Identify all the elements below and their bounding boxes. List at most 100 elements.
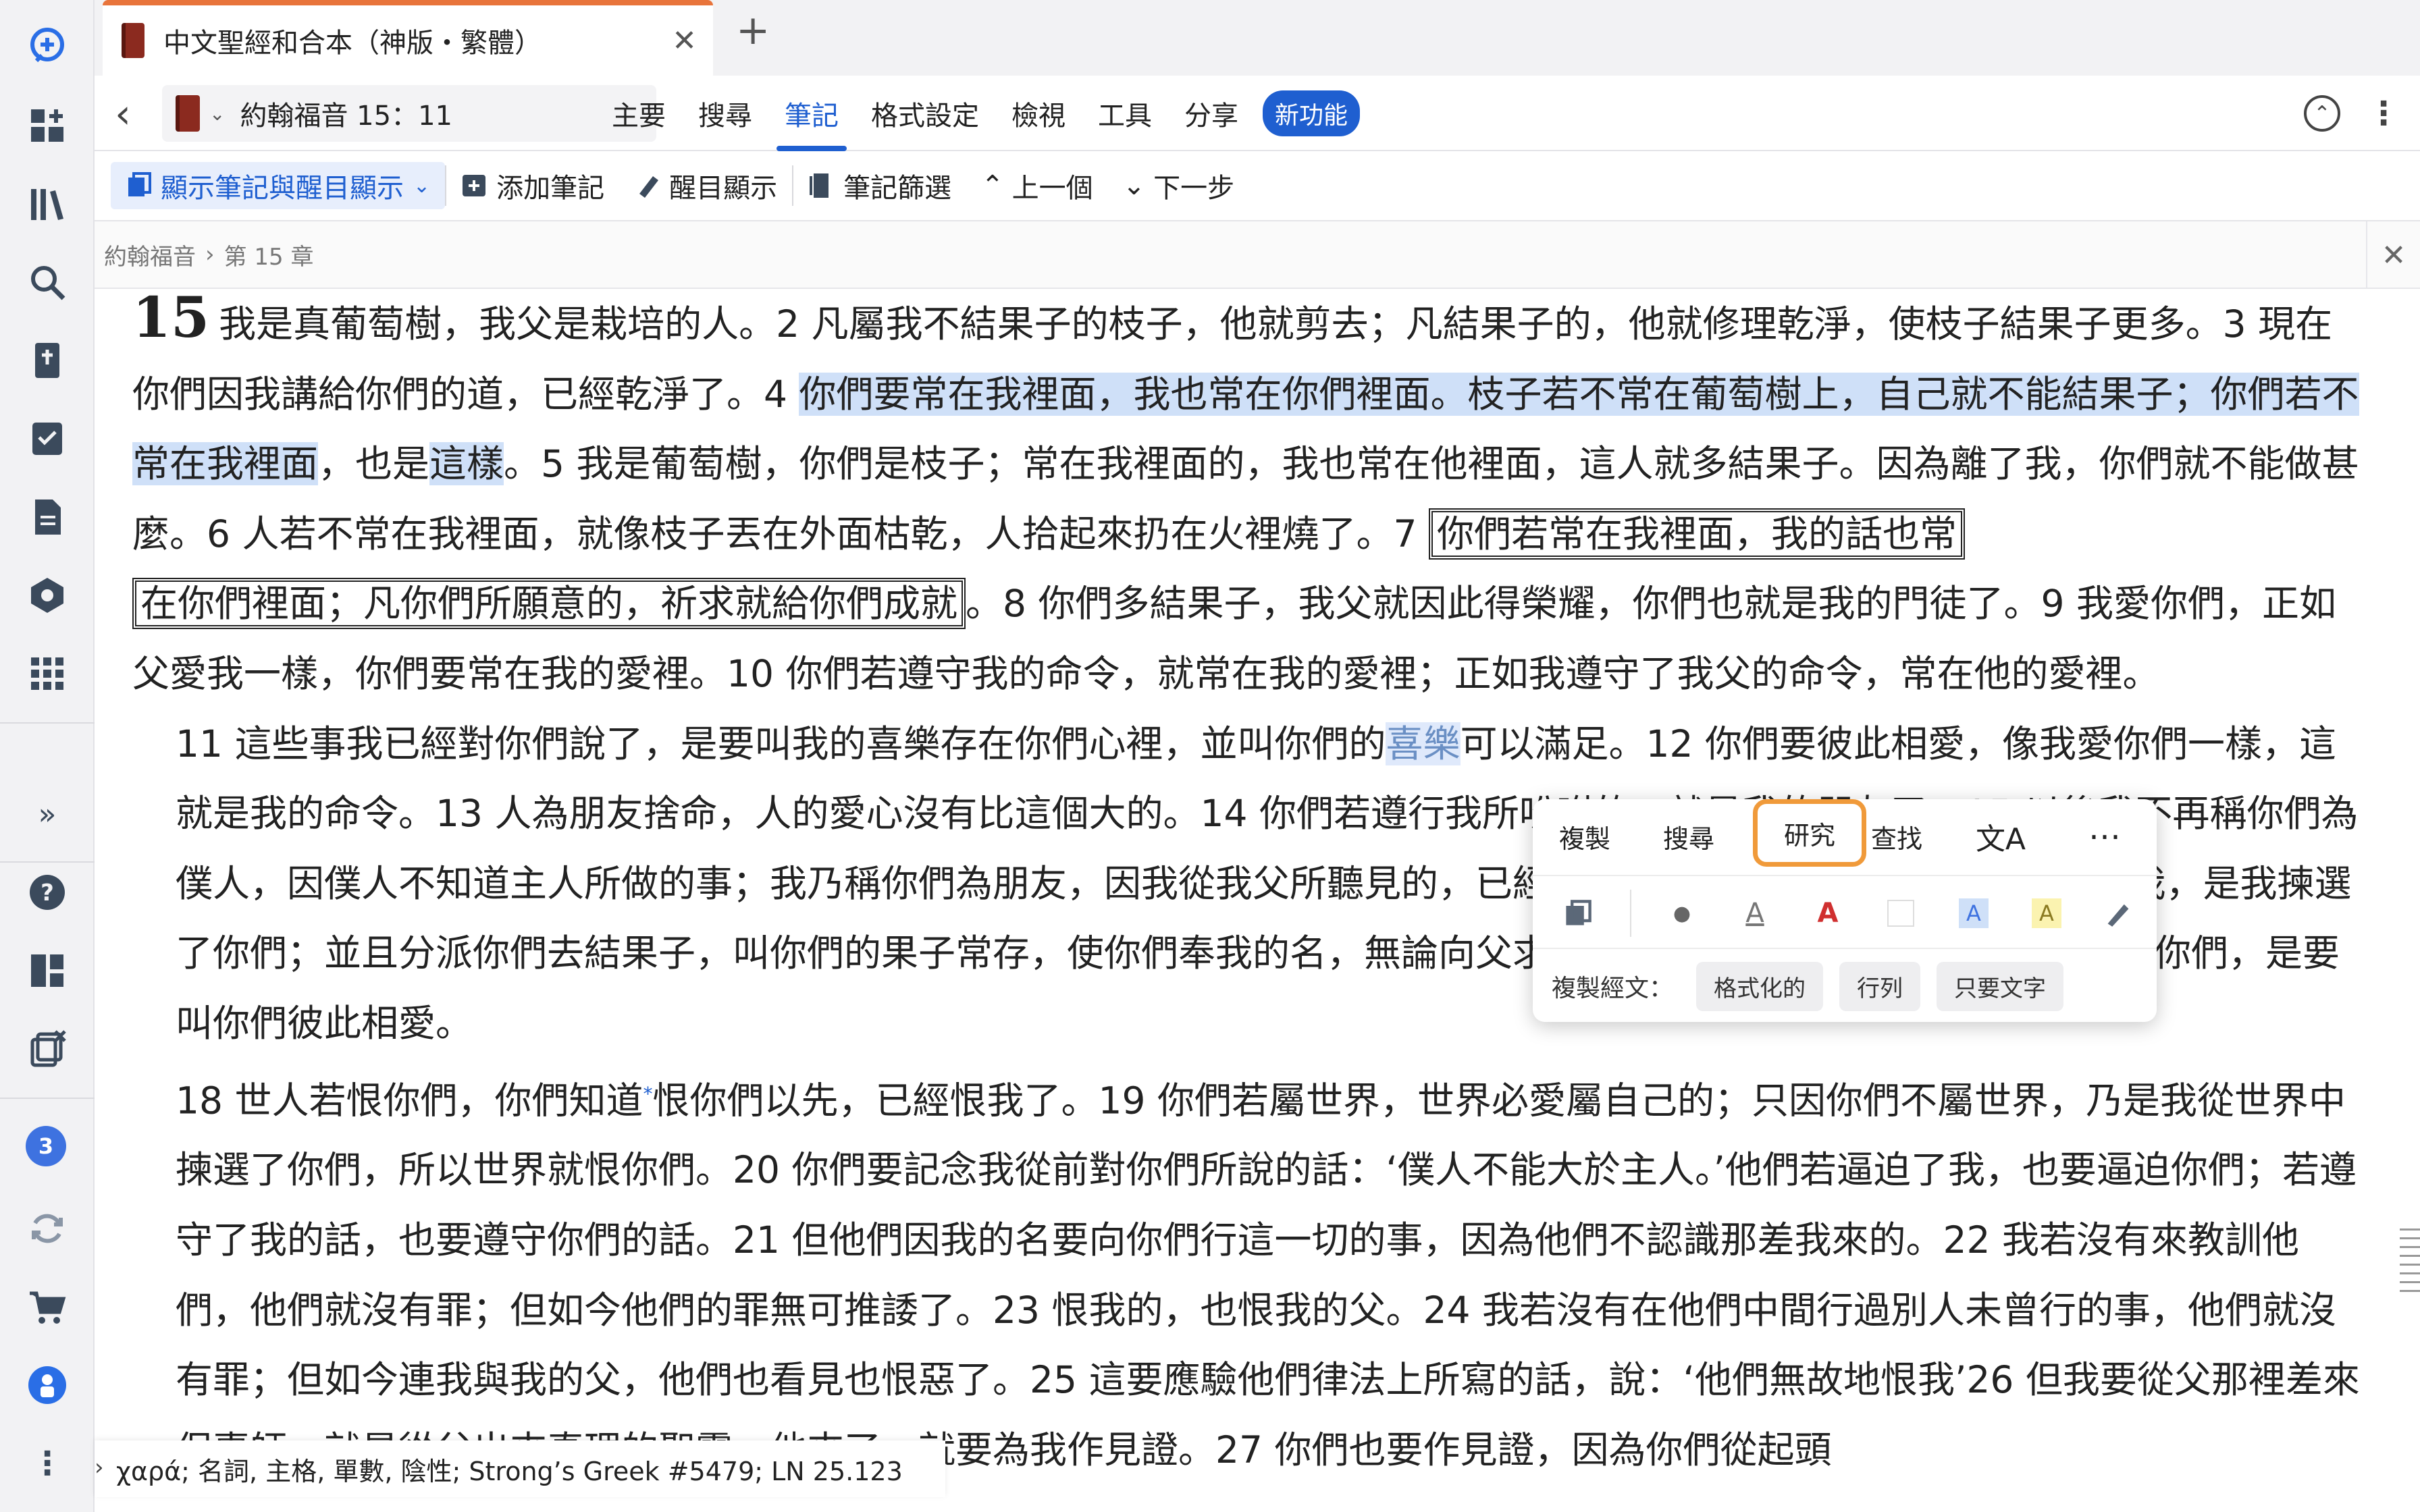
notification-badge[interactable]: 3 — [26, 1126, 66, 1166]
new-features-badge[interactable]: 新功能 — [1263, 90, 1361, 136]
dashboard-icon[interactable] — [20, 99, 74, 153]
word-info-bar[interactable]: › χαρά; 名詞, 主格, 單數, 陰性; Strong’s Greek #… — [95, 1440, 945, 1497]
back-icon[interactable]: ‹ — [115, 90, 131, 138]
show-notes-dropdown[interactable]: 顯示筆記與醒目顯示 ⌄ — [111, 162, 446, 209]
paragraph: 15 我是真葡萄樹，我父是栽培的人。2 凡屬我不結果子的枝子，他就剪去；凡結果子的… — [132, 284, 2367, 709]
underline-icon[interactable]: A — [1737, 895, 1773, 932]
rail-divider — [0, 1098, 95, 1099]
note-filter-button[interactable]: 筆記篩選 — [793, 162, 966, 209]
svg-text:?: ? — [41, 880, 54, 907]
pen-icon[interactable] — [2100, 895, 2136, 932]
copy-formatted-button[interactable]: 格式化的 — [1696, 961, 1824, 1011]
copy-text-only-button[interactable]: 只要文字 — [1937, 961, 2064, 1011]
main-toolbar: ‹ ⌄ 約翰福音 15：11 主要 搜尋 筆記 格式設定 檢視 工具 分享 新功… — [95, 76, 2420, 151]
reference-input[interactable]: 約翰福音 15：11 — [240, 94, 452, 133]
tab-notes[interactable]: 筆記 — [768, 76, 855, 151]
highlight-label: 醒目顯示 — [669, 173, 778, 204]
add-note-button[interactable]: 添加筆記 — [446, 162, 619, 209]
breadcrumb-chapter[interactable]: 第 15 章 — [224, 238, 314, 271]
show-notes-label: 顯示筆記與醒目顯示 — [161, 173, 404, 204]
verse-text: 恨你們以先，已經恨我了。19 你們若屬世界，世界必愛屬自己的；只因你們不屬世界，… — [176, 1078, 2360, 1472]
verse-text: ，也是 — [318, 442, 430, 486]
tab-tools[interactable]: 工具 — [1082, 76, 1168, 151]
next-button[interactable]: ⌄ 下一步 — [1108, 162, 1250, 209]
previous-label: 上一個 — [1011, 173, 1093, 204]
breadcrumb: 約翰福音 › 第 15 章 ✕ — [95, 221, 2420, 289]
ribbon-menu: 主要 搜尋 筆記 格式設定 檢視 工具 分享 新功能 — [596, 76, 1361, 151]
chevron-right-icon[interactable]: › — [95, 1454, 104, 1481]
tab-title: 中文聖經和合本（神版・繁體） — [163, 28, 542, 59]
copy-verse-row: 複製經文： 格式化的 行列 只要文字 — [1533, 956, 2157, 1017]
chapter-number: 15 — [132, 286, 210, 350]
book-icon — [176, 95, 200, 132]
book-icon — [122, 23, 144, 58]
highlighted-text[interactable]: 這樣 — [429, 442, 504, 486]
copy-inline-button[interactable]: 行列 — [1839, 961, 1921, 1011]
note-filter-label: 筆記篩選 — [843, 173, 952, 204]
more-icon[interactable]: ⋯ — [2053, 817, 2157, 855]
more-vertical-icon[interactable]: ⋮ — [2367, 94, 2400, 132]
library-icon[interactable] — [20, 177, 74, 231]
highlight-button[interactable]: 醒目顯示 — [619, 162, 792, 209]
tab-share[interactable]: 分享 — [1168, 76, 1255, 151]
footnote-marker[interactable]: * — [643, 1083, 652, 1105]
layout-icon[interactable] — [20, 944, 74, 998]
tab-format[interactable]: 格式設定 — [855, 76, 995, 151]
selected-word[interactable]: 喜樂 — [1386, 722, 1461, 765]
research-button[interactable]: 研究 — [1753, 799, 1866, 867]
search-button[interactable]: 搜尋 — [1637, 818, 1741, 855]
search-icon[interactable] — [20, 255, 74, 309]
chevron-up-icon: ⌃ — [981, 170, 1004, 201]
checklist-icon[interactable] — [20, 412, 74, 466]
document-tab[interactable]: 中文聖經和合本（神版・繁體） ✕ — [103, 0, 713, 76]
add-note-label: 添加筆記 — [496, 173, 605, 204]
apps-grid-icon[interactable] — [20, 647, 74, 701]
cart-icon[interactable] — [20, 1280, 74, 1334]
verse-text: 11 這些事我已經對你們說了，是要叫我的喜樂存在你們心裡，並叫你們的 — [176, 722, 1386, 765]
word-info-text: χαρά; 名詞, 主格, 單數, 陰性; Strong’s Greek #54… — [116, 1456, 903, 1486]
box-style-icon[interactable] — [1883, 895, 1919, 932]
boxed-text[interactable]: 在你們裡面；凡你們所願意的，祈求就給你們成就 — [132, 578, 966, 630]
scroll-indicator[interactable] — [2400, 1228, 2420, 1364]
reference-box[interactable]: ⌄ 約翰福音 15：11 — [162, 85, 656, 142]
yellow-highlight-icon[interactable]: A — [2028, 895, 2065, 932]
account-icon[interactable] — [20, 1358, 74, 1412]
copy-verse-label: 複製經文： — [1552, 975, 1674, 1002]
bible-icon[interactable] — [20, 333, 74, 387]
document-icon[interactable] — [20, 490, 74, 544]
more-vertical-icon[interactable]: ⋮ — [20, 1436, 74, 1490]
previous-button[interactable]: ⌃ 上一個 — [966, 162, 1108, 209]
left-rail: » ? 3 ⋮ — [0, 0, 95, 1512]
app-logo-icon[interactable] — [20, 19, 74, 73]
tab-home[interactable]: 主要 — [596, 76, 682, 151]
boxed-text[interactable]: 你們若常在我裡面，我的話也常 — [1428, 508, 1965, 560]
paragraph: 18 世人若恨你們，你們知道*恨你們以先，已經恨我了。19 你們若屬世界，世界必… — [132, 1059, 2367, 1486]
add-note-icon — [463, 175, 486, 196]
notes-icon — [128, 172, 151, 196]
new-tab-button[interactable]: + — [736, 7, 770, 54]
tab-search[interactable]: 搜尋 — [682, 76, 768, 151]
copy-notes-icon[interactable] — [1560, 895, 1596, 932]
close-panels-icon[interactable] — [20, 1022, 74, 1076]
highlighter-icon — [639, 176, 659, 198]
toolbar-right: ⌃ ⋮ — [2304, 94, 2400, 132]
close-panel-icon[interactable]: ✕ — [2366, 221, 2420, 289]
text-color-icon[interactable]: A — [1810, 895, 1846, 932]
tab-bar: 中文聖經和合本（神版・繁體） ✕ + — [95, 0, 2420, 76]
blue-highlight-icon[interactable]: A — [1955, 895, 1992, 932]
close-tab-icon[interactable]: ✕ — [672, 24, 697, 58]
lens-icon[interactable] — [20, 568, 74, 622]
context-menu: 複製 搜尋 查找 文A ⋯ 研究 ● A A A A 複製經文： 格式化的 行列… — [1533, 799, 2157, 1022]
translate-icon[interactable]: 文A — [1949, 815, 2053, 858]
sync-icon[interactable] — [20, 1202, 74, 1256]
person-icon[interactable]: ● — [1664, 895, 1700, 932]
tab-view[interactable]: 檢視 — [995, 76, 1082, 151]
chevron-down-icon: ⌄ — [413, 173, 431, 198]
copy-button[interactable]: 複製 — [1533, 818, 1637, 855]
breadcrumb-book[interactable]: 約翰福音 — [104, 238, 196, 271]
chevron-down-icon[interactable]: ⌄ — [209, 103, 225, 125]
collapse-ribbon-icon[interactable]: ⌃ — [2304, 95, 2340, 132]
expand-rail-icon[interactable]: » — [20, 787, 74, 841]
highlighted-text[interactable]: 你們要常在我裡面，我也常 — [799, 372, 1245, 416]
help-icon[interactable]: ? — [20, 865, 74, 919]
